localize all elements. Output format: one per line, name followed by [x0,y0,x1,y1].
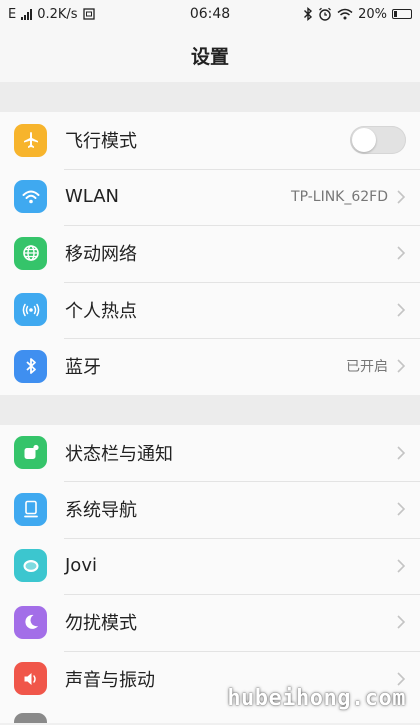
row-label: 状态栏与通知 [65,443,173,465]
section-divider [0,394,420,425]
settings-row-hotspot[interactable]: 个人热点 [0,281,420,339]
chevron-right-icon [397,672,406,686]
settings-row-jovi[interactable]: Jovi [0,537,420,595]
row-value: 已开启 [346,359,388,376]
chevron-right-icon [397,446,406,460]
page-title: 设置 [190,45,229,68]
status-right: 20% [303,7,412,22]
settings-group-system: 状态栏与通知 系统导航 Jovi 勿扰模式 声音与振动 [0,424,420,723]
settings-row-bluetooth[interactable]: 蓝牙 已开启 [0,338,420,395]
watermark: hubeihong.com [227,686,406,711]
battery-icon [392,9,412,19]
page-header: 设置 [0,28,420,82]
wifi-status-icon [337,8,353,20]
chevron-right-icon [397,359,406,373]
sim-icon [82,8,95,20]
alarm-icon [319,7,332,21]
row-label: 蓝牙 [65,357,101,379]
partial-row-icon [14,713,47,723]
notification-icon [14,436,47,470]
wifi-icon [14,180,47,214]
bluetooth-status-icon [304,7,313,21]
row-label: WLAN [65,186,120,208]
settings-row-mobile-network[interactable]: 移动网络 [0,225,420,282]
toggle-knob [352,128,376,153]
chevron-right-icon [397,190,406,204]
battery-percent: 20% [358,6,387,22]
chevron-right-icon [397,559,406,573]
chevron-right-icon [397,502,406,516]
bluetooth-icon [14,349,47,383]
hotspot-icon [14,293,47,327]
row-label: 移动网络 [65,244,137,266]
row-value: TP-LINK_62FD [291,188,388,205]
settings-row-system-navigation[interactable]: 系统导航 [0,481,420,538]
airplane-mode-toggle[interactable] [350,126,406,155]
row-label: Jovi [65,555,97,577]
section-divider [0,82,420,112]
network-speed: 0.2K/s [37,6,78,22]
network-type: E [8,6,17,22]
row-label: 飞行模式 [65,131,137,153]
settings-row-status-bar-notifications[interactable]: 状态栏与通知 [0,425,420,482]
row-label: 勿扰模式 [65,613,137,635]
row-label: 个人热点 [65,300,137,322]
speaker-icon [14,662,47,696]
chevron-right-icon [397,303,406,317]
settings-row-airplane-mode[interactable]: 飞行模式 [0,112,420,169]
row-label: 系统导航 [65,500,137,522]
status-left: E 0.2K/s [8,7,95,22]
navigation-icon [14,492,47,526]
signal-icon [21,8,33,20]
settings-row-do-not-disturb[interactable]: 勿扰模式 [0,594,420,651]
chevron-right-icon [397,615,406,629]
jovi-icon [14,549,47,583]
settings-group-connectivity: 飞行模式 WLAN TP-LINK_62FD 移动网络 个人热点 蓝牙 已开启 [0,112,420,395]
status-bar: E 0.2K/s 06:48 20% [0,0,420,28]
moon-icon [14,605,47,639]
chevron-right-icon [397,246,406,260]
globe-icon [14,236,47,270]
airplane-icon [14,123,47,157]
settings-row-wlan[interactable]: WLAN TP-LINK_62FD [0,168,420,226]
